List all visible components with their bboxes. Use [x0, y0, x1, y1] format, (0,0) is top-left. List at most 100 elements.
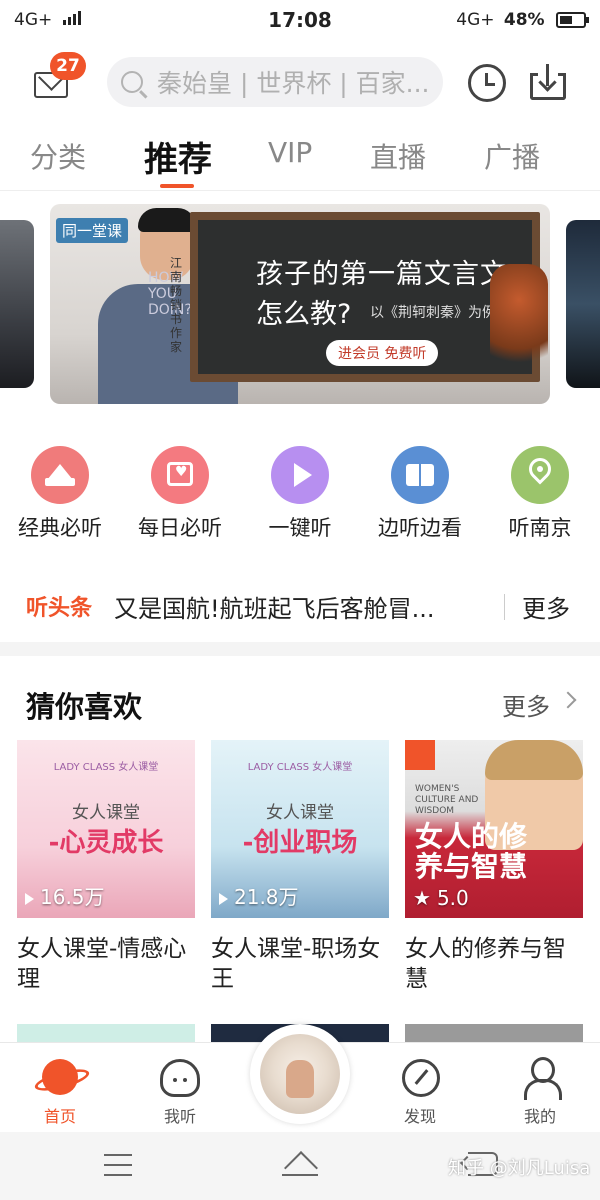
cover-title: -创业职场: [242, 828, 358, 858]
network-indicator-right: 4G+: [456, 10, 495, 30]
blackboard: 孩子的第一篇文言文 怎么教? 以《荆轲刺秦》为例 进会员 免费听: [190, 212, 540, 382]
category-tabs: 分类 推荐 VIP 直播 广播: [0, 128, 600, 190]
tab-vip[interactable]: VIP: [268, 136, 312, 169]
cover-brand: LADY CLASS 女人课堂: [247, 762, 353, 773]
cover-brand: LADY CLASS 女人课堂: [53, 762, 159, 773]
nav-discover[interactable]: 发现: [360, 1043, 480, 1133]
nav-home[interactable]: 首页: [0, 1043, 120, 1133]
active-tab-indicator: [160, 184, 194, 188]
quick-action-label: 每日必听: [138, 516, 222, 540]
book-icon: [391, 446, 449, 504]
person-icon: [524, 1057, 562, 1100]
quick-action-label: 经典必听: [18, 516, 102, 540]
rating: ★ 5.0: [413, 886, 469, 910]
tab-guangbo[interactable]: 广播: [484, 136, 540, 176]
cover-english: WOMEN'S CULTURE AND WISDOM: [415, 784, 479, 816]
star-icon: ★: [413, 886, 431, 910]
author-label: 江南 畅销书作家: [170, 256, 183, 354]
ticker-tag: 听头条: [26, 596, 93, 621]
search-icon: [121, 71, 143, 93]
album-cover: WOMEN'S CULTURE AND WISDOM 女人的修养与智慧 ★ 5.0: [405, 740, 583, 918]
section-more-link[interactable]: 更多: [502, 687, 550, 722]
tab-zhibo[interactable]: 直播: [370, 136, 426, 176]
ticker-text[interactable]: 又是国航!航班起飞后客舱冒...: [114, 589, 484, 624]
now-playing-button[interactable]: [250, 1024, 350, 1124]
home-icon[interactable]: [282, 1150, 318, 1176]
quick-action-label: 一键听: [268, 516, 332, 540]
album-title: 女人课堂-职场女王: [211, 936, 381, 992]
divider: [0, 190, 600, 191]
cover-line: 女人课堂: [72, 803, 140, 823]
banner-headline-2: 怎么教?: [256, 299, 352, 330]
section-title: 猜你喜欢: [26, 690, 143, 724]
play-count: 21.8万: [219, 881, 299, 910]
album-title: 女人课堂-情感心理: [17, 936, 187, 992]
system-nav-bar: 知乎 @刘凡Luisa: [0, 1132, 600, 1200]
banner-next-peek[interactable]: [566, 220, 600, 388]
section-gap: [0, 642, 600, 656]
quick-action-one-tap[interactable]: 一键听: [240, 446, 360, 542]
nav-label: 我听: [163, 1107, 196, 1126]
play-icon: [219, 892, 228, 905]
play-count: 16.5万: [25, 881, 105, 910]
compass-icon: [402, 1059, 440, 1097]
location-pin-icon: [511, 446, 569, 504]
ticker-divider: [504, 594, 505, 620]
album-title: 女人的修养与智慧: [405, 936, 566, 992]
quick-action-label: 边听边看: [378, 516, 462, 540]
nav-label: 发现: [403, 1107, 436, 1126]
play-icon: [271, 446, 329, 504]
banner-headline-1: 孩子的第一篇文言文: [256, 259, 508, 290]
headphones-icon: [160, 1059, 200, 1097]
battery-percent: 48%: [503, 10, 545, 30]
next-row-peek: [17, 1024, 195, 1042]
calendar-heart-icon: [151, 446, 209, 504]
download-icon[interactable]: [530, 64, 566, 100]
menu-icon[interactable]: [104, 1154, 132, 1176]
next-row-peek: [405, 1024, 583, 1042]
nav-label: 我的: [523, 1107, 556, 1126]
album-card[interactable]: LADY CLASS 女人课堂 女人课堂 -心灵成长 16.5万 女人课堂-情感…: [17, 740, 195, 994]
crown-icon: [31, 446, 89, 504]
history-icon[interactable]: [468, 64, 506, 102]
signal-icon: [62, 11, 81, 25]
planet-icon: [42, 1059, 78, 1095]
quick-action-listen-read[interactable]: 边听边看: [360, 446, 480, 542]
cover-line: 女人课堂: [266, 803, 334, 823]
now-playing-cover: [260, 1034, 340, 1114]
search-placeholder: 秦始皇 | 世界杯 | 百家...: [157, 69, 430, 98]
ticker-more[interactable]: 更多: [522, 589, 570, 624]
app-screen: 4G+ 17:08 4G+ 48% 27 秦始皇 | 世界杯 | 百家... 分…: [0, 0, 600, 1200]
album-card[interactable]: LADY CLASS 女人课堂 女人课堂 -创业职场 21.8万 女人课堂-职场…: [211, 740, 389, 994]
search-input[interactable]: 秦始皇 | 世界杯 | 百家...: [107, 57, 443, 107]
tab-tuijian[interactable]: 推荐: [144, 132, 212, 181]
network-indicator: 4G+: [14, 10, 53, 30]
quick-action-nanjing[interactable]: 听南京: [480, 446, 600, 542]
banner-cta[interactable]: 进会员 免费听: [326, 340, 439, 366]
mail-badge: 27: [50, 52, 86, 80]
tab-fenlei[interactable]: 分类: [30, 136, 86, 176]
status-left: 4G+: [14, 10, 81, 30]
nav-profile[interactable]: 我的: [480, 1043, 600, 1133]
headline-ticker[interactable]: 听头条 又是国航!航班起飞后客舱冒... 更多: [0, 584, 600, 628]
album-cover: LADY CLASS 女人课堂 女人课堂 -创业职场 21.8万: [211, 740, 389, 918]
album-cover: LADY CLASS 女人课堂 女人课堂 -心灵成长 16.5万: [17, 740, 195, 918]
quick-action-label: 听南京: [508, 516, 572, 540]
watermark: 知乎 @刘凡Luisa: [448, 1158, 591, 1179]
album-card[interactable]: WOMEN'S CULTURE AND WISDOM 女人的修养与智慧 ★ 5.0…: [405, 740, 583, 994]
nav-label: 首页: [43, 1107, 76, 1126]
cover-ribbon: [405, 740, 435, 770]
shadow-puppet-image: [490, 264, 548, 384]
banner-prev-peek[interactable]: [0, 220, 34, 388]
nav-listening[interactable]: 我听: [120, 1043, 240, 1133]
cover-title: -心灵成长: [48, 828, 164, 858]
quick-action-classics[interactable]: 经典必听: [0, 446, 120, 542]
cover-title: 女人的修养与智慧: [415, 820, 528, 883]
status-bar: 4G+ 17:08 4G+ 48%: [0, 0, 600, 40]
status-right: 4G+ 48%: [456, 10, 589, 30]
promo-banner[interactable]: HOW YOU DOIN? 同一堂课 江南 畅销书作家 孩子的第一篇文言文 怎么…: [50, 204, 550, 404]
chevron-right-icon: [559, 691, 577, 709]
play-icon: [25, 892, 34, 905]
quick-action-daily[interactable]: 每日必听: [120, 446, 240, 542]
series-tag: 同一堂课: [56, 218, 129, 243]
